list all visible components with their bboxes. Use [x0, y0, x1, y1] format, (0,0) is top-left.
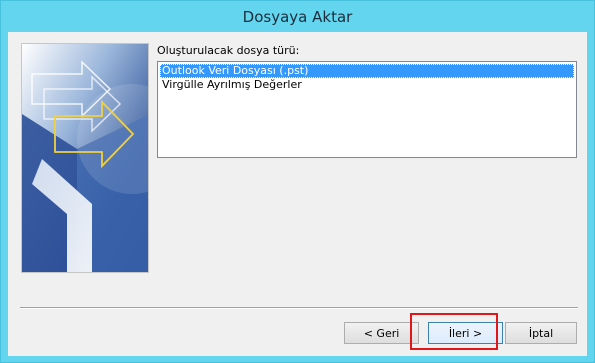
file-type-label: Oluşturulacak dosya türü:	[157, 44, 300, 57]
list-item-pst[interactable]: Outlook Veri Dosyası (.pst)	[160, 64, 574, 78]
title-bar[interactable]: Dosyaya Aktar	[1, 1, 594, 32]
cancel-button[interactable]: İptal	[505, 322, 577, 344]
list-item-csv[interactable]: Virgülle Ayrılmış Değerler	[160, 78, 574, 92]
export-dialog-window: Dosyaya Aktar Oluşturulacak dosya türü: …	[0, 0, 595, 363]
divider	[20, 307, 578, 309]
dialog-client-area: Oluşturulacak dosya türü: Outlook Veri D…	[8, 32, 587, 356]
wizard-side-image	[21, 43, 149, 273]
window-title: Dosyaya Aktar	[242, 7, 353, 26]
export-arrows-illustration	[22, 44, 148, 272]
back-button[interactable]: < Geri	[344, 322, 419, 344]
file-type-listbox[interactable]: Outlook Veri Dosyası (.pst) Virgülle Ayr…	[157, 61, 577, 158]
next-button[interactable]: İleri >	[428, 322, 503, 344]
